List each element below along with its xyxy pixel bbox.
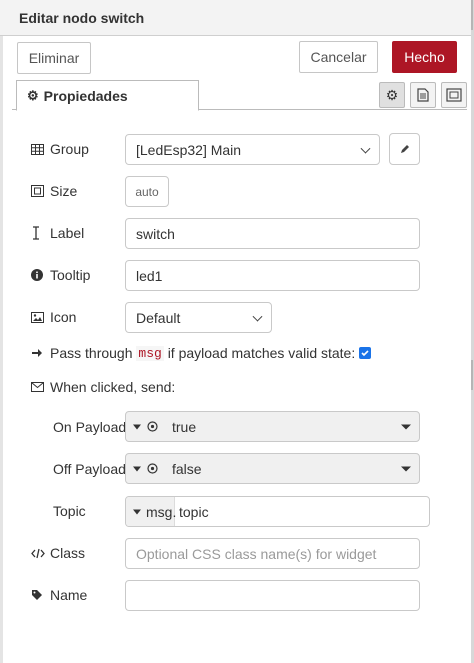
- tab-properties-label: Propiedades: [43, 87, 128, 104]
- table-icon: [31, 143, 46, 155]
- when-clicked-label: When clicked, send:: [31, 379, 175, 395]
- msg-prefix: msg.: [146, 503, 177, 520]
- size-button[interactable]: auto: [125, 176, 169, 207]
- cancel-button[interactable]: Cancelar: [299, 41, 378, 73]
- off-payload-label: Off Payload: [53, 461, 126, 477]
- passthru-row: Pass through msg if payload matches vali…: [31, 345, 372, 361]
- passthru-checkbox[interactable]: [359, 347, 372, 359]
- document-icon: [417, 88, 429, 102]
- tab-settings-button[interactable]: ⚙: [379, 82, 405, 108]
- on-payload-input[interactable]: true: [125, 411, 420, 442]
- type-dropdown-icon[interactable]: [133, 466, 141, 471]
- image-icon: [31, 311, 46, 323]
- chevron-down-icon: [360, 143, 371, 154]
- gear-icon: ⚙: [27, 87, 39, 103]
- gear-icon: ⚙: [385, 86, 399, 103]
- info-icon: [31, 269, 46, 281]
- icon-label: Icon: [31, 309, 76, 325]
- chevron-down-icon[interactable]: [401, 466, 411, 471]
- group-select[interactable]: [LedEsp32] Main: [125, 134, 380, 165]
- boolean-type-icon: [147, 419, 158, 435]
- envelope-icon: [31, 382, 46, 392]
- topic-input[interactable]: msg. topic: [125, 496, 430, 527]
- group-label: Group: [31, 141, 89, 157]
- chevron-down-icon[interactable]: [401, 424, 411, 429]
- label-input[interactable]: switch: [125, 218, 420, 249]
- tag-icon: [31, 589, 46, 601]
- boolean-type-icon: [147, 461, 158, 477]
- edit-group-button[interactable]: [389, 133, 420, 165]
- done-button[interactable]: Hecho: [392, 41, 457, 73]
- class-label: Class: [31, 545, 85, 561]
- name-input[interactable]: [125, 580, 420, 611]
- tooltip-label: Tooltip: [31, 267, 90, 283]
- tooltip-input[interactable]: led1: [125, 260, 420, 291]
- class-input[interactable]: Optional CSS class name(s) for widget: [125, 538, 420, 569]
- chevron-down-icon: [252, 311, 263, 322]
- left-border: [0, 36, 3, 663]
- tab-appearance-button[interactable]: [441, 82, 467, 108]
- scroll-notch-middle: [471, 360, 473, 390]
- size-icon: [31, 185, 46, 197]
- name-label: Name: [31, 587, 87, 603]
- msg-code: msg: [136, 345, 164, 361]
- label-label: Label: [31, 225, 84, 241]
- icon-select[interactable]: Default: [125, 302, 272, 333]
- text-cursor-icon: [31, 226, 46, 240]
- tray-header: Editar nodo switch: [0, 0, 474, 36]
- size-label: Size: [31, 183, 77, 199]
- type-dropdown-icon[interactable]: [133, 509, 141, 514]
- topic-value: topic: [179, 503, 209, 520]
- frame-icon: [446, 88, 462, 102]
- tab-description-button[interactable]: [410, 82, 436, 108]
- off-payload-input[interactable]: false: [125, 453, 420, 484]
- code-icon: [31, 548, 46, 559]
- tray-title: Editar nodo switch: [19, 10, 145, 26]
- check-icon: [361, 350, 369, 357]
- delete-button[interactable]: Eliminar: [17, 42, 91, 74]
- tab-properties[interactable]: ⚙ Propiedades: [16, 80, 199, 111]
- arrow-right-icon: [31, 347, 46, 359]
- type-dropdown-icon[interactable]: [133, 424, 141, 429]
- topic-label: Topic: [53, 503, 86, 519]
- scroll-notch-top: [471, 0, 473, 30]
- pencil-icon: [400, 145, 409, 153]
- on-payload-label: On Payload: [53, 419, 127, 435]
